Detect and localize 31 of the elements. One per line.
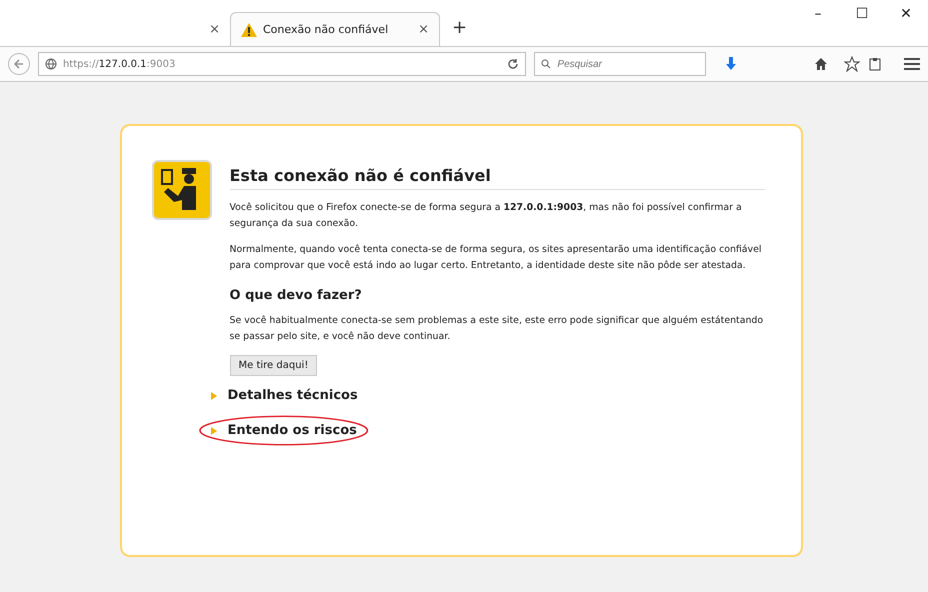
browser-tab[interactable]: Conexão não confiável × — [230, 12, 440, 46]
browser-tab[interactable]: × — [60, 12, 230, 46]
advice-text: Se você habitualmente conecta-se sem problemas a este site, este erro pode significar que alguém estátentando se passar pelo site, e você não deve continuar. — [230, 314, 764, 344]
error-title: Esta conexão não é confiável — [230, 160, 764, 190]
reload-icon[interactable] — [507, 58, 520, 70]
address-bar[interactable]: https://127.0.0.1:9003 — [38, 52, 526, 76]
expander-toggle[interactable]: Detalhes técnicos — [198, 380, 370, 411]
url-text: https://127.0.0.1:9003 — [62, 58, 176, 70]
window-control[interactable]: ☐ — [840, 6, 884, 22]
new-tab-button[interactable]: + — [452, 17, 468, 38]
officer-icon — [152, 160, 212, 220]
download-icon[interactable] — [724, 57, 738, 71]
expander-toggle[interactable]: Entendo os riscos — [198, 415, 369, 446]
close-tab-button[interactable]: × — [418, 22, 429, 37]
close-tab-button[interactable]: × — [209, 22, 220, 36]
clipboard-icon[interactable] — [868, 57, 882, 71]
home-icon[interactable] — [814, 57, 828, 71]
error-paragraph: Normalmente, quando você tenta conecta-se de forma segura, os sites apresentarão uma identificação confiável para comprovar que você está indo ao lugar certo. Entretanto, a identidade deste site não pôde ser atestada. — [230, 243, 762, 273]
back-button[interactable] — [8, 53, 30, 75]
window-control[interactable]: ✕ — [884, 6, 928, 22]
section-heading: O que devo fazer? — [230, 288, 363, 303]
error-paragraph: Você solicitou que o Firefox conecte-se de forma segura a 127.0.0.1:9003, mas não foi possível confirmar a segurança da sua conexão. — [230, 201, 743, 231]
get-me-out-button[interactable]: Me tire daqui! — [230, 355, 318, 376]
menu-icon[interactable] — [904, 57, 920, 71]
search-field[interactable]: Pesquisar — [534, 52, 706, 76]
tab-title: Conexão não confiável — [263, 23, 390, 36]
back-arrow-icon — [14, 59, 24, 69]
globe-icon — [44, 58, 57, 70]
window-control[interactable]: – — [796, 6, 840, 22]
star-icon[interactable] — [844, 56, 860, 72]
warning-icon — [241, 22, 257, 36]
